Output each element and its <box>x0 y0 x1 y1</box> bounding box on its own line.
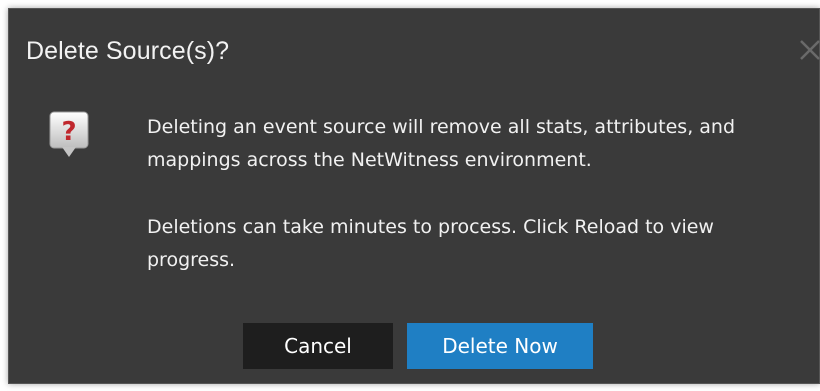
cancel-button[interactable]: Cancel <box>243 323 393 369</box>
svg-text:?: ? <box>61 117 76 147</box>
close-button[interactable] <box>795 35 820 65</box>
delete-now-button[interactable]: Delete Now <box>407 323 593 369</box>
dialog-title-bar: Delete Source(s)? <box>9 9 820 81</box>
question-speech-bubble-icon: ? <box>49 111 89 161</box>
close-icon <box>800 40 820 60</box>
message-line-1: Deleting an event source will remove all… <box>147 116 736 171</box>
delete-source-dialog: Delete Source(s)? ? Deleting an event so… <box>8 8 820 384</box>
screen: Delete Source(s)? ? Deleting an event so… <box>0 0 820 391</box>
dialog-title: Delete Source(s)? <box>26 37 230 65</box>
dialog-message: Deleting an event source will remove all… <box>147 111 807 277</box>
message-line-2: Deletions can take minutes to process. C… <box>147 216 714 271</box>
dialog-buttons: Cancel Delete Now <box>9 323 819 369</box>
